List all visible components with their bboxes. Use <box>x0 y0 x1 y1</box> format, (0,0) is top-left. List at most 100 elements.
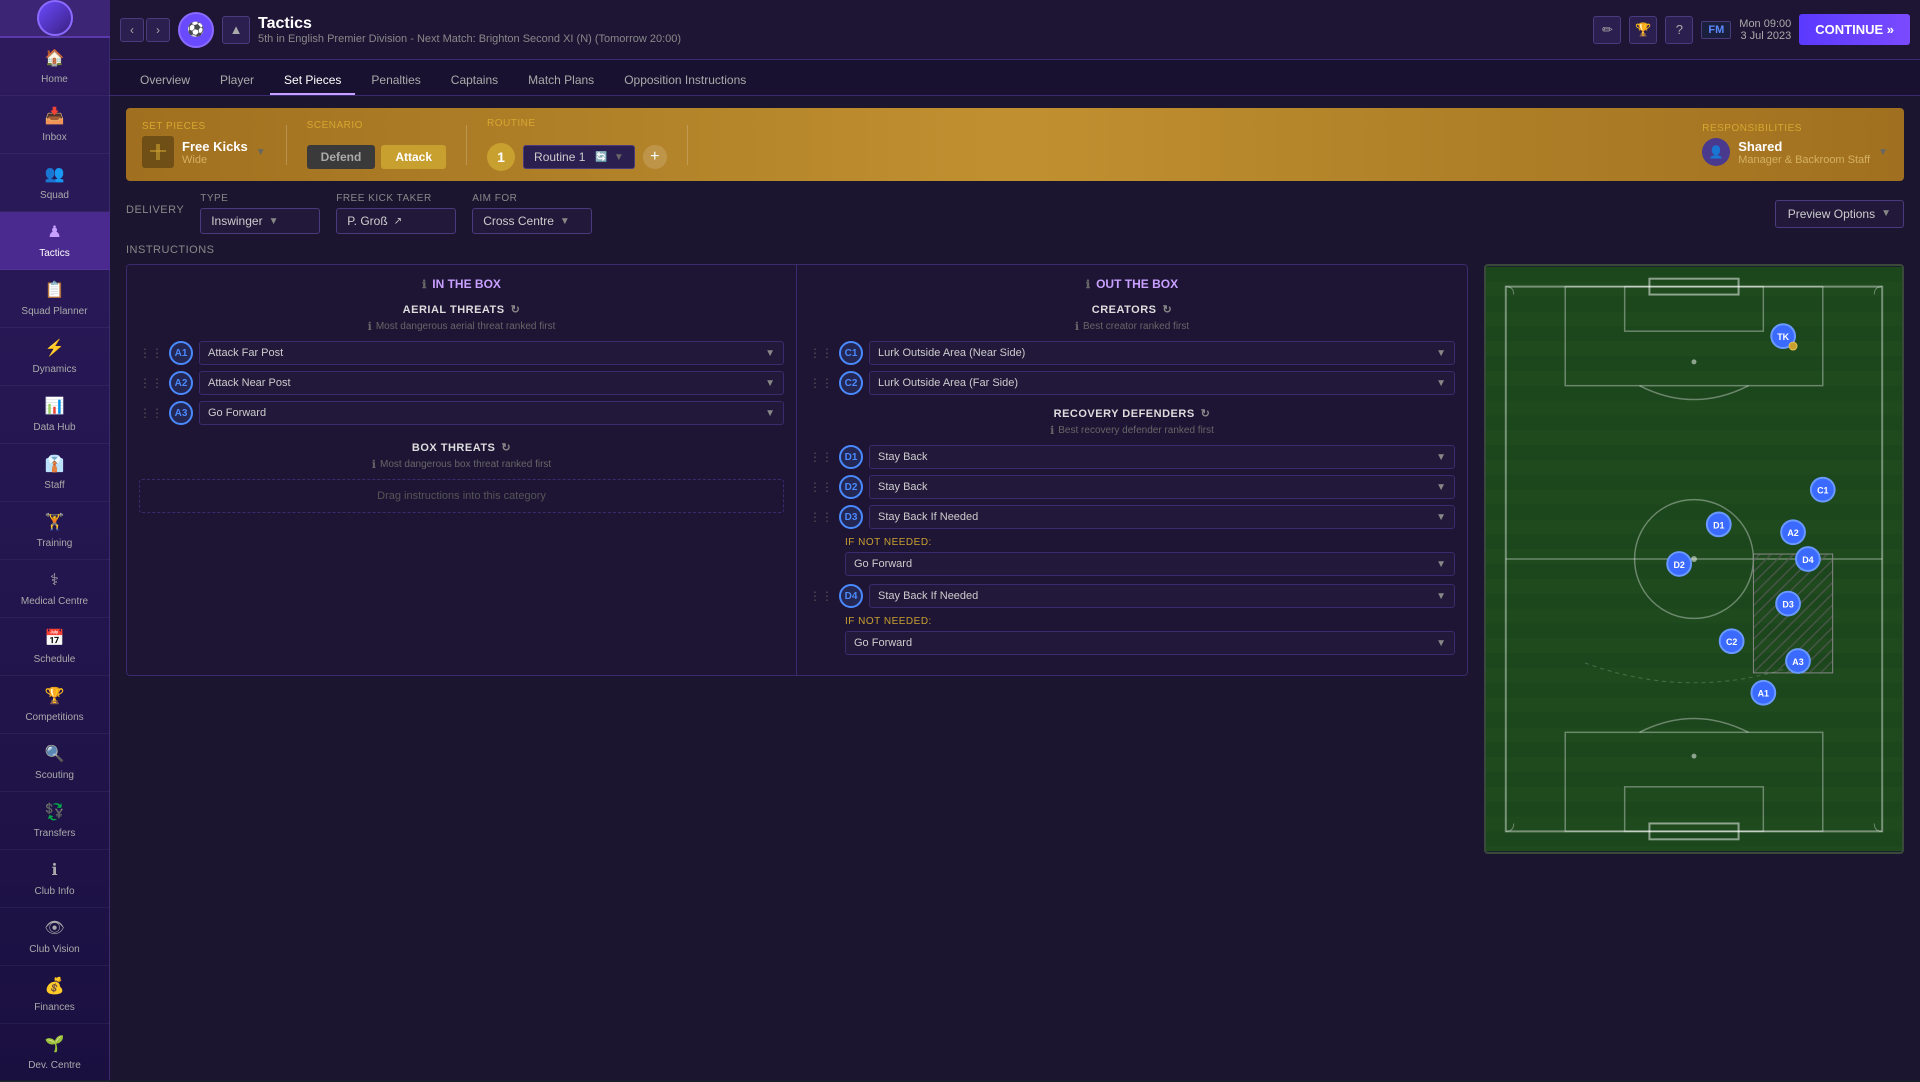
c1-select[interactable]: Lurk Outside Area (Near Side) ▼ <box>869 341 1455 365</box>
out-box-column: ℹ OUT THE BOX CREATORS ↻ ℹ Best creator … <box>797 265 1467 675</box>
a3-drag-handle[interactable]: ⋮⋮ <box>139 406 163 420</box>
sidebar-item-competitions[interactable]: 🏆 Competitions <box>0 676 110 734</box>
tab-penalties[interactable]: Penalties <box>357 67 434 95</box>
a2-value: Attack Near Post <box>208 377 291 389</box>
a3-badge: A3 <box>169 401 193 425</box>
free-kick-taker-select[interactable]: P. Groß ↗ <box>336 208 456 234</box>
tab-set-pieces[interactable]: Set Pieces <box>270 67 355 95</box>
creators-info-icon: ℹ <box>1075 320 1079 333</box>
tactics-icon: ♟ <box>47 222 61 242</box>
d2-drag-handle[interactable]: ⋮⋮ <box>809 480 833 494</box>
sidebar-item-squad-planner[interactable]: 📋 Squad Planner <box>0 270 110 328</box>
d3-drag-handle[interactable]: ⋮⋮ <box>809 510 833 524</box>
trophy-icon-button[interactable]: 🏆 <box>1629 16 1657 44</box>
team-icon-button[interactable]: ⚽ <box>178 12 214 48</box>
fm-badge: FM <box>1701 21 1731 39</box>
recovery-d1-row: ⋮⋮ D1 Stay Back ▼ <box>809 445 1455 469</box>
nav-forward-button[interactable]: › <box>146 18 170 42</box>
subnav: Overview Player Set Pieces Penalties Cap… <box>110 60 1920 96</box>
sidebar-item-scouting[interactable]: 🔍 Scouting <box>0 734 110 792</box>
recovery-d4-row: ⋮⋮ D4 Stay Back If Needed ▼ <box>809 584 1455 608</box>
sidebar-item-club-vision[interactable]: 👁 Club Vision <box>0 908 110 966</box>
sidebar-item-home[interactable]: 🏠 Home <box>0 38 110 96</box>
sidebar-item-schedule[interactable]: 📅 Schedule <box>0 618 110 676</box>
aim-for-field: AIM FOR Cross Centre ▼ <box>472 193 592 234</box>
sidebar-item-dev-centre[interactable]: 🌱 Dev. Centre <box>0 1024 110 1082</box>
club-info-icon: ℹ <box>51 860 57 880</box>
squad-planner-icon: 📋 <box>45 280 65 300</box>
add-routine-button[interactable]: + <box>643 145 667 169</box>
d4-drag-handle[interactable]: ⋮⋮ <box>809 589 833 603</box>
aerial-hint-info-icon: ℹ <box>368 320 372 333</box>
preview-options-button[interactable]: Preview Options ▼ <box>1775 200 1904 228</box>
d3-go-forward-select[interactable]: Go Forward ▼ <box>845 552 1455 576</box>
free-kicks-chevron: ▼ <box>256 147 266 158</box>
sidebar-label-home: Home <box>41 74 68 85</box>
d2-select[interactable]: Stay Back ▼ <box>869 475 1455 499</box>
sidebar-label-tactics: Tactics <box>39 248 70 259</box>
d1-select[interactable]: Stay Back ▼ <box>869 445 1455 469</box>
recovery-refresh[interactable]: ↻ <box>1201 407 1211 420</box>
delivery-type-select[interactable]: Inswinger ▼ <box>200 208 320 234</box>
sidebar-item-finances[interactable]: 💰 Finances <box>0 966 110 1024</box>
sidebar-item-training[interactable]: 🏋 Training <box>0 502 110 560</box>
external-link-icon: ↗ <box>394 216 402 227</box>
creator-c2-row: ⋮⋮ C2 Lurk Outside Area (Far Side) ▼ <box>809 371 1455 395</box>
d1-drag-handle[interactable]: ⋮⋮ <box>809 450 833 464</box>
c2-select[interactable]: Lurk Outside Area (Far Side) ▼ <box>869 371 1455 395</box>
tab-match-plans[interactable]: Match Plans <box>514 67 608 95</box>
edit-icon-button[interactable]: ✏ <box>1593 16 1621 44</box>
responsibilities-text: Shared Manager & Backroom Staff <box>1738 139 1870 166</box>
tab-captains[interactable]: Captains <box>437 67 512 95</box>
nav-back-button[interactable]: ‹ <box>120 18 144 42</box>
aerial-threats-refresh[interactable]: ↻ <box>511 303 521 316</box>
tab-overview[interactable]: Overview <box>126 67 204 95</box>
sidebar-item-transfers[interactable]: 💱 Transfers <box>0 792 110 850</box>
out-the-box-title: ℹ OUT THE BOX <box>809 277 1455 291</box>
staff-icon: 👔 <box>45 454 65 474</box>
sidebar-item-medical[interactable]: ⚕ Medical Centre <box>0 560 110 618</box>
routine-section: ROUTINE 1 Routine 1 🔄 ▼ + <box>487 118 667 171</box>
d4-value: Stay Back If Needed <box>878 590 978 602</box>
aim-for-select[interactable]: Cross Centre ▼ <box>472 208 592 234</box>
instructions-title: INSTRUCTIONS <box>126 244 1904 256</box>
a3-select[interactable]: Go Forward ▼ <box>199 401 784 425</box>
help-icon-button[interactable]: ? <box>1665 16 1693 44</box>
routine-select[interactable]: Routine 1 🔄 ▼ <box>523 145 635 169</box>
sidebar-label-training: Training <box>37 538 73 549</box>
player-c1-label: C1 <box>1817 486 1828 496</box>
scenario-attack-button[interactable]: Attack <box>381 145 446 169</box>
a2-drag-handle[interactable]: ⋮⋮ <box>139 376 163 390</box>
sidebar-item-staff[interactable]: 👔 Staff <box>0 444 110 502</box>
sidebar-item-squad[interactable]: 👥 Squad <box>0 154 110 212</box>
scenario-buttons: Defend Attack <box>307 145 446 169</box>
c2-drag-handle[interactable]: ⋮⋮ <box>809 376 833 390</box>
a1-drag-handle[interactable]: ⋮⋮ <box>139 346 163 360</box>
a1-select[interactable]: Attack Far Post ▼ <box>199 341 784 365</box>
c1-drag-handle[interactable]: ⋮⋮ <box>809 346 833 360</box>
sidebar-item-inbox[interactable]: 📥 Inbox <box>0 96 110 154</box>
d4-select[interactable]: Stay Back If Needed ▼ <box>869 584 1455 608</box>
sidebar-item-dynamics[interactable]: ⚡ Dynamics <box>0 328 110 386</box>
d4-arrow: ▼ <box>1436 591 1446 602</box>
nav-up-button[interactable]: ▲ <box>222 16 250 44</box>
box-threats-refresh[interactable]: ↻ <box>501 441 511 454</box>
a2-select[interactable]: Attack Near Post ▼ <box>199 371 784 395</box>
home-icon: 🏠 <box>45 48 65 68</box>
sidebar-item-club-info[interactable]: ℹ Club Info <box>0 850 110 908</box>
d4-badge: D4 <box>839 584 863 608</box>
d4-if-not-needed-label: IF NOT NEEDED: <box>845 616 1455 627</box>
continue-button[interactable]: CONTINUE » <box>1799 14 1910 45</box>
content-area: SET PIECES Free Kicks Wide ▼ <box>110 96 1920 1080</box>
d3-select[interactable]: Stay Back If Needed ▼ <box>869 505 1455 529</box>
squad-icon: 👥 <box>45 164 65 184</box>
creators-refresh[interactable]: ↻ <box>1163 303 1173 316</box>
tab-opposition-instructions[interactable]: Opposition Instructions <box>610 67 760 95</box>
topbar: ‹ › ⚽ ▲ Tactics 5th in English Premier D… <box>110 0 1920 60</box>
d4-go-forward-select[interactable]: Go Forward ▼ <box>845 631 1455 655</box>
d3-value: Stay Back If Needed <box>878 511 978 523</box>
sidebar-item-tactics[interactable]: ♟ Tactics <box>0 212 110 270</box>
tab-player[interactable]: Player <box>206 67 268 95</box>
sidebar-item-data-hub[interactable]: 📊 Data Hub <box>0 386 110 444</box>
scenario-defend-button[interactable]: Defend <box>307 145 376 169</box>
